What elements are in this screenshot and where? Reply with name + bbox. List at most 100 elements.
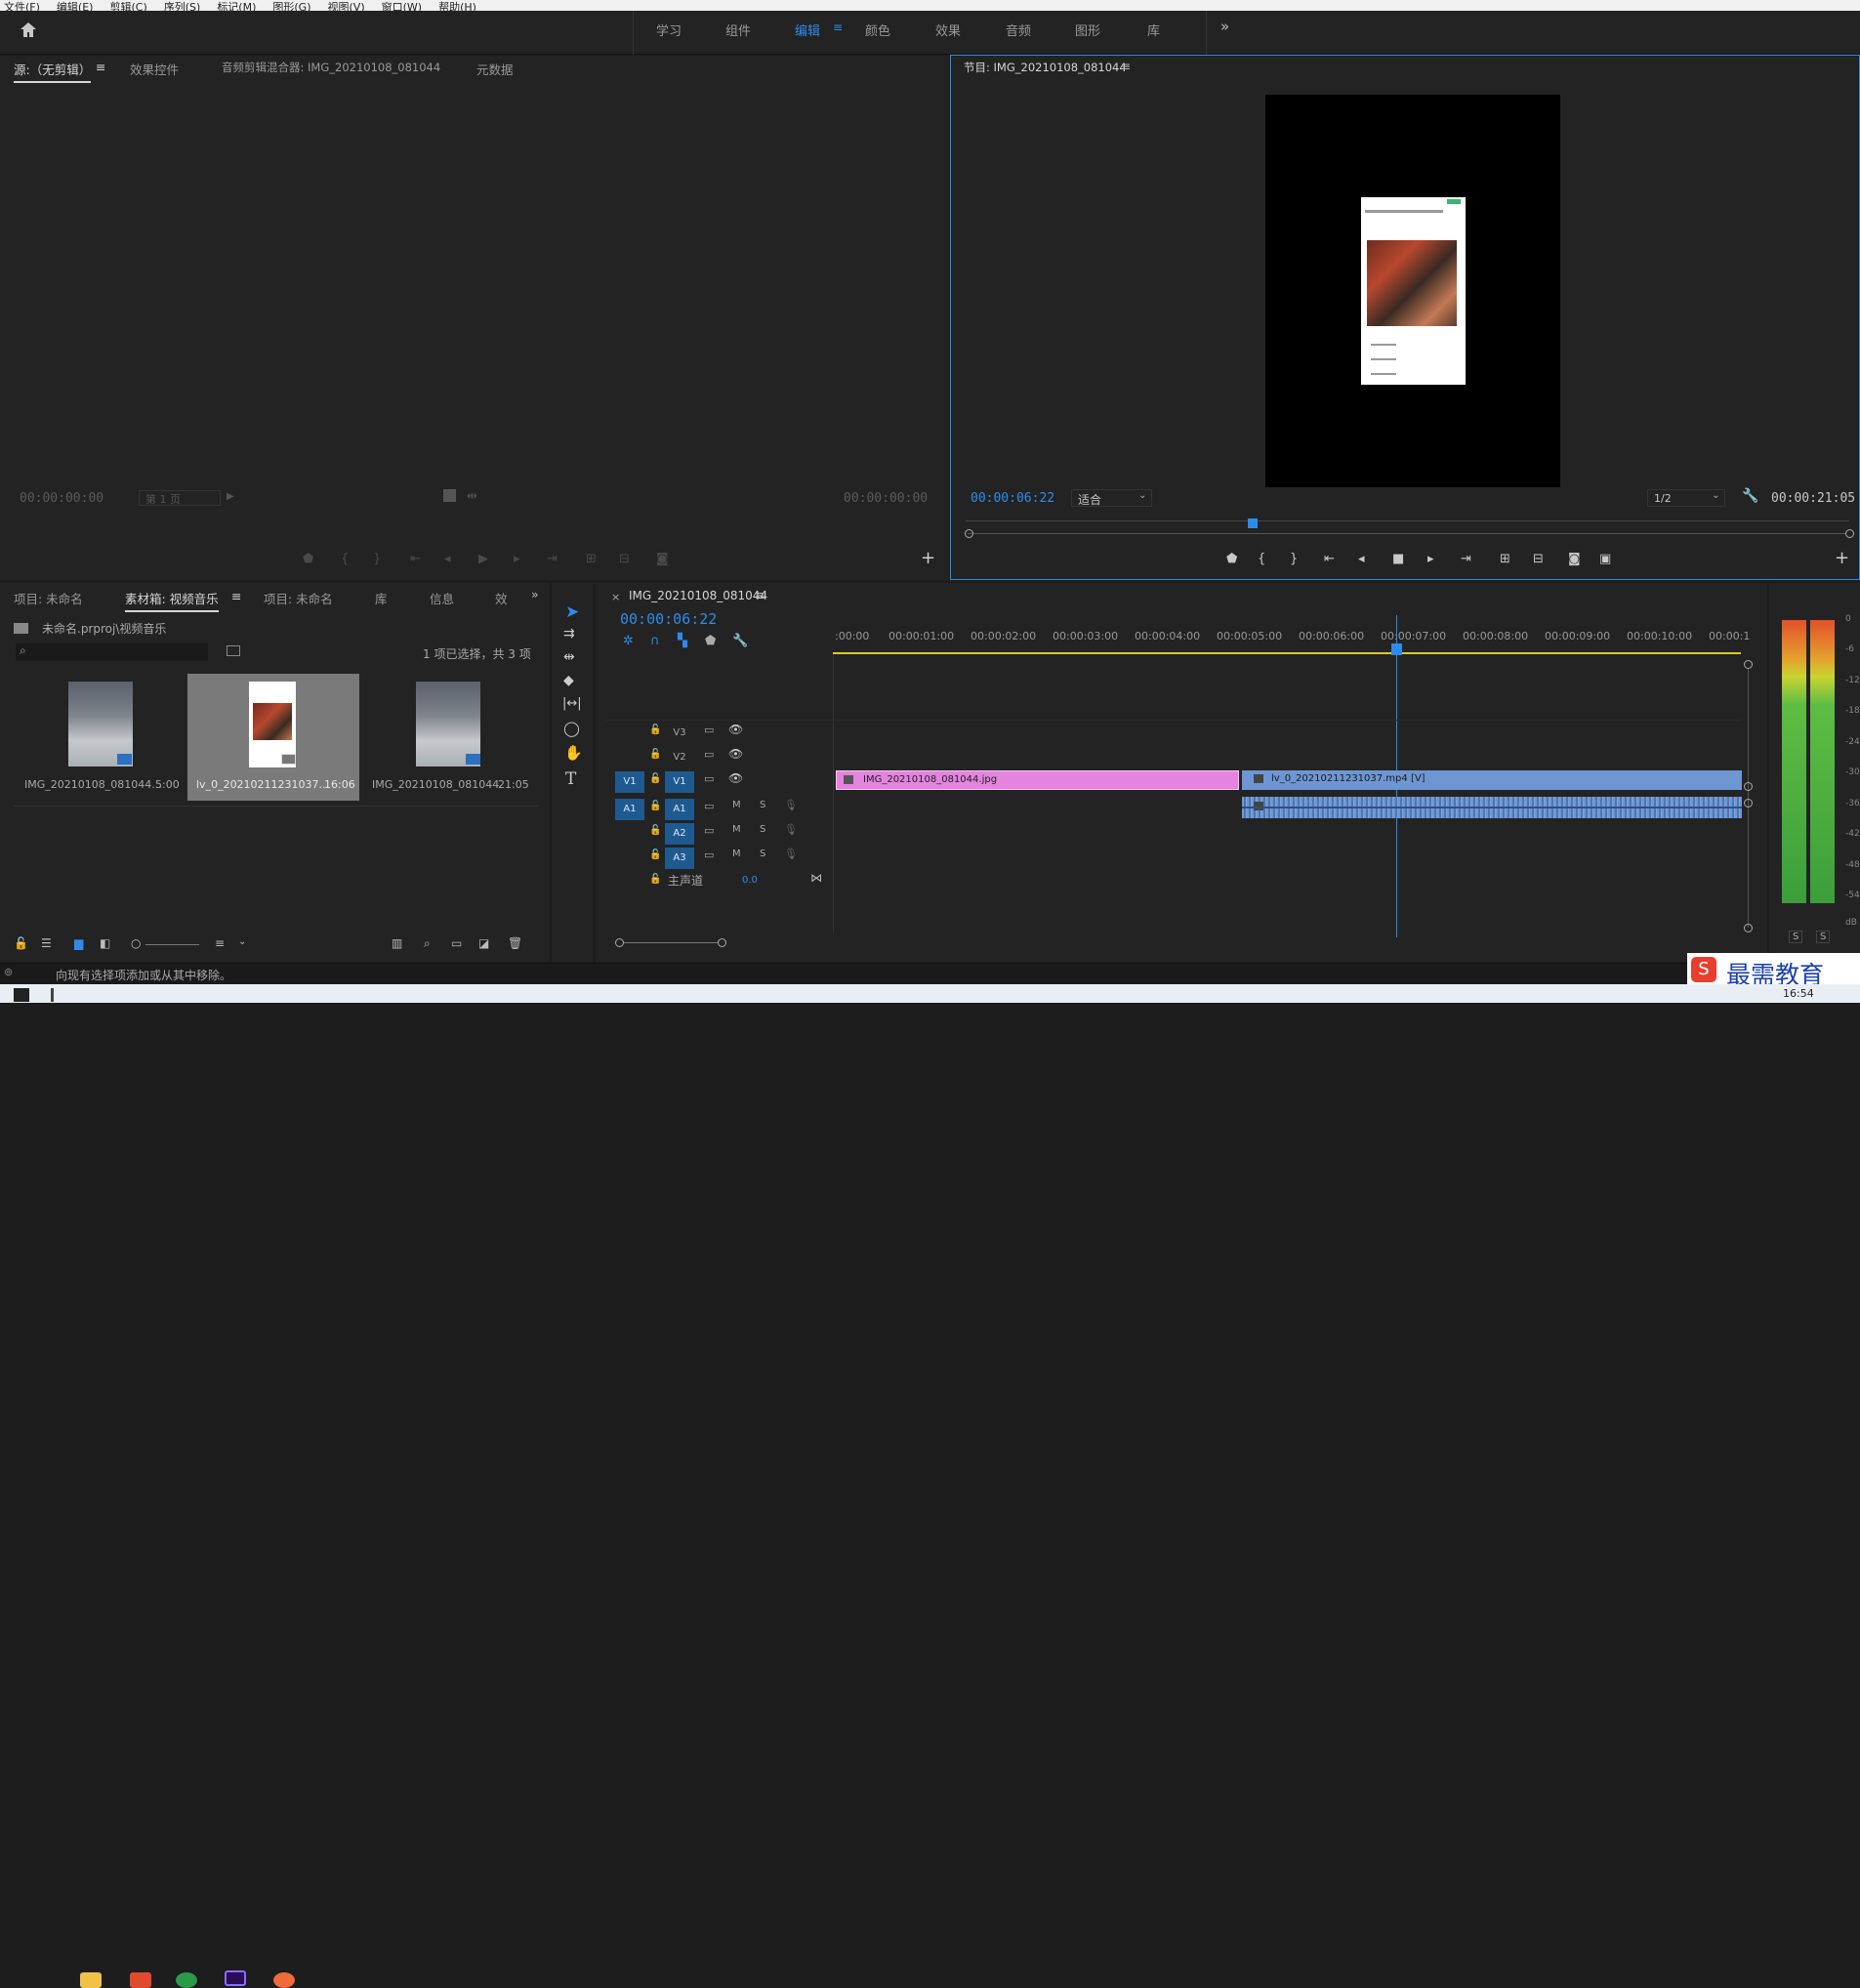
microphone-icon[interactable]: 🎙 [784,848,798,860]
menu-sequence[interactable]: 序列(S) [164,2,201,11]
bin-menu-icon[interactable]: ≡ [231,589,241,603]
track-label-v2[interactable]: V2 [665,747,694,768]
track-label-a2[interactable]: A2 [665,823,694,845]
lock-icon[interactable]: 🔓 [649,773,661,784]
source-mark-out-icon[interactable]: } [373,552,381,566]
track-label-a1[interactable]: A1 [665,799,694,820]
work-area-bar[interactable] [833,652,1741,654]
chrome-icon[interactable] [176,1972,197,1988]
program-fit-select[interactable]: 适合 ⌄ [1071,489,1152,507]
source-goto-in-icon[interactable]: ⇤ [410,552,421,566]
close-icon[interactable]: × [611,591,620,603]
source-step-forward-icon[interactable]: ▸ [514,552,520,566]
find-icon[interactable]: ⌕ [424,936,431,951]
tab-project[interactable]: 项目: 未命名 [14,589,83,607]
v-scroll-handle[interactable] [1744,782,1753,791]
timeline-settings-icon[interactable]: 🔧 [732,634,748,648]
source-insert-icon[interactable]: ⇹ [467,489,477,504]
program-zoom-bar[interactable] [968,533,1846,534]
master-end-icon[interactable]: ⋈ [810,871,822,885]
timeline-timecode[interactable]: 00:00:06:22 [620,610,717,628]
bin-search-input[interactable]: ⌕ [16,643,208,661]
track-select-tool-icon[interactable]: ⇉ [563,626,575,642]
goto-out-icon[interactable]: ⇥ [1461,552,1471,566]
menu-edit[interactable]: 编辑(E) [57,2,94,11]
menu-marker[interactable]: 标记(M) [217,2,256,11]
new-item-icon[interactable]: ◪ [478,936,489,950]
solo-right-button[interactable]: S [1816,931,1831,943]
v-scroll-top-handle[interactable] [1744,660,1753,669]
bin-item-3[interactable]: IMG_20210108_081044 21:05 [361,676,537,803]
h-zoom-right-handle[interactable] [718,938,726,947]
mute-button[interactable]: M [732,800,741,810]
zoom-slider[interactable] [145,944,199,945]
workspace-assembly[interactable]: 组件 [725,21,751,39]
v-scroll-handle[interactable] [1744,799,1753,808]
extract-button[interactable]: ⊟ [1533,552,1544,566]
v-scroll-bottom-handle[interactable] [1744,924,1753,932]
workspace-graphics[interactable]: 图形 [1075,21,1100,39]
list-view-icon[interactable]: ☰ [41,936,52,950]
menu-clip[interactable]: 剪辑(C) [109,2,146,11]
more-workspaces-icon[interactable]: » [1220,18,1229,35]
mark-in-icon[interactable]: { [1258,552,1265,566]
zoom-slider-handle[interactable]: ○ [131,936,141,950]
type-tool-icon[interactable]: T [565,769,576,789]
task-view-icon[interactable] [51,988,54,1002]
workspace-audio[interactable]: 音频 [1006,21,1031,39]
tab-effects[interactable]: 效 [495,589,508,607]
menu-file[interactable]: 文件(F) [4,2,40,11]
program-playhead[interactable] [1248,518,1258,528]
master-volume-value[interactable]: 0.0 [742,875,758,886]
ripple-edit-tool-icon[interactable]: ⇹ [563,649,575,665]
menu-help[interactable]: 帮助(H) [438,2,476,11]
selection-tool-icon[interactable]: ➤ [565,602,579,622]
program-ruler[interactable] [966,520,1849,521]
program-timecode[interactable]: 00:00:06:22 [971,491,1054,506]
hand-tool-icon[interactable]: ✋ [564,744,583,762]
trash-icon[interactable]: 🗑 [508,936,522,950]
source-mark-in-icon[interactable]: { [341,552,349,566]
lock-icon[interactable]: 🔓 [649,749,661,760]
program-add-button[interactable]: + [1835,548,1849,568]
lock-icon[interactable]: 🔓 [649,801,661,811]
clip-video[interactable]: lv_0_20210211231037.mp4 [V] [1242,770,1742,790]
solo-button[interactable]: S [760,800,765,810]
add-marker-icon[interactable]: ⬟ [705,634,716,648]
home-icon[interactable] [19,21,38,38]
zoom-handle-left[interactable] [965,529,973,538]
source-play-icon[interactable]: ▶ [478,552,488,566]
source-insert-button[interactable]: ⊞ [586,552,597,566]
new-bin-icon[interactable]: ▭ [451,936,462,950]
workspace-color[interactable]: 颜色 [865,21,890,39]
stop-icon[interactable]: ■ [1392,552,1404,566]
nest-icon[interactable]: ✲ [623,634,634,648]
pen-tool-icon[interactable]: ◯ [563,720,580,737]
sort-icon[interactable]: ≡ [215,936,225,950]
source-settings-icon[interactable] [443,489,456,502]
workspace-menu-icon[interactable]: ≡ [833,21,843,34]
tab-bin[interactable]: 素材箱: 视频音乐 [125,589,219,612]
track-label-v3[interactable]: V3 [665,723,694,744]
workspace-learn[interactable]: 学习 [656,21,682,39]
chevron-down-icon[interactable]: ⌄ [238,936,246,947]
eye-icon[interactable]: 👁 [728,723,743,736]
add-marker-icon[interactable]: ⬟ [1226,552,1237,566]
program-title[interactable]: 节目: IMG_20210108_081044 [964,60,1127,75]
new-search-bin-icon[interactable] [227,645,240,656]
sync-lock-icon[interactable]: ▭ [704,849,714,861]
menu-window[interactable]: 窗口(W) [382,2,422,11]
menu-view[interactable]: 视图(V) [328,2,365,11]
clip-image[interactable]: IMG_20210108_081044.jpg [836,770,1239,790]
h-zoom-bar[interactable] [624,942,718,943]
comparison-view-icon[interactable]: ▣ [1599,552,1611,566]
eye-icon[interactable]: 👁 [728,771,743,785]
source-page-next-icon[interactable]: ▶ [227,491,234,502]
tab-info[interactable]: 信息 [430,589,454,607]
menu-graphics[interactable]: 图形(G) [272,2,310,11]
sync-lock-icon[interactable]: ▭ [704,724,714,736]
zoom-handle-right[interactable] [1845,529,1854,538]
tab-source[interactable]: 源:（无剪辑） [14,60,92,83]
lock-icon[interactable]: 🔓 [649,874,661,885]
mark-out-icon[interactable]: } [1290,552,1298,566]
